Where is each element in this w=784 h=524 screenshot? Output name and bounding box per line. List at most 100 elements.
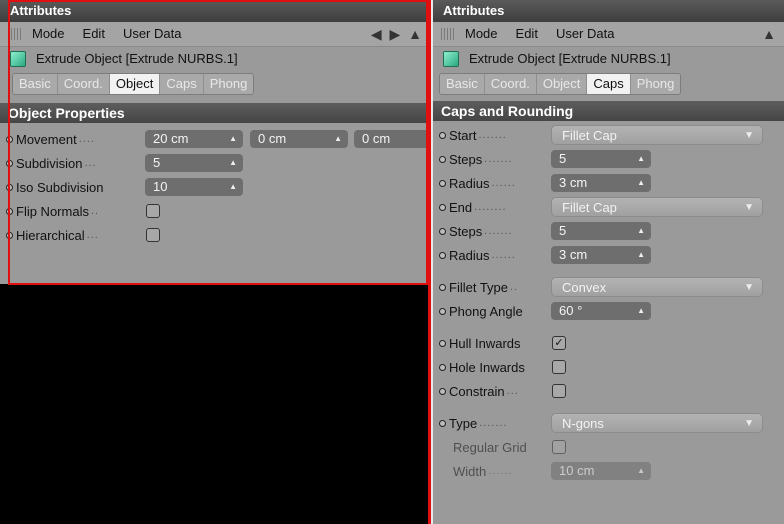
width-label: Width bbox=[453, 463, 487, 479]
tab-caps[interactable]: Caps bbox=[587, 74, 631, 94]
menu-mode[interactable]: Mode bbox=[465, 22, 498, 46]
animate-bullet-icon[interactable] bbox=[439, 307, 446, 315]
grip-icon[interactable] bbox=[441, 28, 455, 40]
stepper-icon[interactable]: ▲ bbox=[637, 174, 645, 192]
animate-bullet-icon[interactable] bbox=[6, 207, 13, 215]
type-dropdown[interactable]: N-gons ▼ bbox=[551, 413, 763, 433]
stepper-icon[interactable]: ▲ bbox=[229, 178, 237, 196]
menu-mode[interactable]: Mode bbox=[32, 22, 65, 46]
stepper-icon[interactable]: ▲ bbox=[637, 302, 645, 320]
constrain-label: Constrain bbox=[449, 383, 505, 399]
hole-inwards-row: Hole Inwards bbox=[433, 355, 784, 379]
animate-bullet-icon[interactable] bbox=[439, 131, 446, 139]
tab-coord[interactable]: Coord. bbox=[484, 74, 537, 94]
stepper-icon[interactable]: ▲ bbox=[334, 130, 342, 148]
subdivision-field[interactable]: 5 ▲ bbox=[145, 154, 243, 172]
steps-row: Steps....... 5 ▲ bbox=[433, 219, 784, 243]
iso-subdivision-row: Iso Subdivision 10 ▲ bbox=[0, 175, 430, 199]
radius-row: Radius...... 3 cm ▲ bbox=[433, 171, 784, 195]
animate-bullet-icon[interactable] bbox=[439, 363, 446, 371]
grip-icon[interactable] bbox=[8, 28, 22, 40]
animate-bullet-icon[interactable] bbox=[439, 203, 446, 211]
tab-caps[interactable]: Caps bbox=[160, 74, 204, 94]
stepper-icon[interactable]: ▲ bbox=[229, 130, 237, 148]
regular-grid-row: Regular Grid bbox=[433, 435, 784, 459]
flip-normals-checkbox[interactable] bbox=[146, 204, 160, 218]
tab-object[interactable]: Object bbox=[536, 74, 588, 94]
menu-user-data[interactable]: User Data bbox=[123, 22, 182, 46]
animate-bullet-icon[interactable] bbox=[439, 251, 446, 259]
object-header: Extrude Object [Extrude NURBS.1] bbox=[433, 47, 784, 71]
animate-bullet-icon[interactable] bbox=[439, 155, 446, 163]
chevron-down-icon: ▼ bbox=[744, 418, 754, 429]
iso-subdivision-field[interactable]: 10 ▲ bbox=[145, 178, 243, 196]
steps-field[interactable]: 5 ▲ bbox=[551, 150, 651, 168]
start-dropdown[interactable]: Fillet Cap ▼ bbox=[551, 125, 763, 145]
menu-edit[interactable]: Edit bbox=[516, 22, 538, 46]
tab-basic[interactable]: Basic bbox=[13, 74, 58, 94]
start-label: Start bbox=[449, 127, 477, 143]
panel-title: Attributes bbox=[433, 0, 784, 22]
movement-z-field[interactable]: 0 cm bbox=[354, 130, 430, 148]
end-value: Fillet Cap bbox=[562, 200, 617, 215]
steps-row: Steps....... 5 ▲ bbox=[433, 147, 784, 171]
stepper-icon[interactable]: ▲ bbox=[637, 222, 645, 240]
animate-bullet-icon[interactable] bbox=[6, 183, 13, 191]
animate-bullet-icon[interactable] bbox=[439, 419, 446, 427]
stepper-icon[interactable]: ▲ bbox=[637, 246, 645, 264]
radius-field[interactable]: 3 cm ▲ bbox=[551, 174, 651, 192]
tab-phong[interactable]: Phong bbox=[203, 74, 254, 94]
hull-inwards-label: Hull Inwards bbox=[449, 335, 521, 351]
tab-object[interactable]: Object bbox=[109, 74, 161, 94]
section-title: Object Properties bbox=[0, 103, 430, 123]
end-row: End........ Fillet Cap ▼ bbox=[433, 195, 784, 219]
animate-bullet-icon[interactable] bbox=[439, 339, 446, 347]
nav-arrows-icon[interactable]: ◀ ▶ ▲ bbox=[371, 22, 424, 46]
attributes-panel-right: Attributes Mode Edit User Data ▲ Extrude… bbox=[433, 0, 784, 524]
radius-row: Radius...... 3 cm ▲ bbox=[433, 243, 784, 267]
iso-subdivision-label: Iso Subdivision bbox=[16, 179, 104, 195]
menu-edit[interactable]: Edit bbox=[83, 22, 105, 46]
radius-field[interactable]: 3 cm ▲ bbox=[551, 246, 651, 264]
stepper-icon[interactable]: ▲ bbox=[637, 150, 645, 168]
steps-field[interactable]: 5 ▲ bbox=[551, 222, 651, 240]
start-row: Start....... Fillet Cap ▼ bbox=[433, 123, 784, 147]
hull-inwards-checkbox[interactable]: ✓ bbox=[552, 336, 566, 350]
animate-bullet-icon[interactable] bbox=[6, 159, 13, 167]
steps-value: 5 bbox=[559, 223, 567, 238]
phong-angle-label: Phong Angle bbox=[449, 303, 523, 319]
type-label: Type bbox=[449, 415, 478, 431]
tab-coord[interactable]: Coord. bbox=[57, 74, 110, 94]
movement-z-value: 0 cm bbox=[362, 131, 391, 146]
animate-bullet-icon[interactable] bbox=[439, 387, 446, 395]
hierarchical-checkbox[interactable] bbox=[146, 228, 160, 242]
fillet-type-dropdown[interactable]: Convex ▼ bbox=[551, 277, 763, 297]
animate-bullet-icon[interactable] bbox=[439, 283, 446, 291]
end-dropdown[interactable]: Fillet Cap ▼ bbox=[551, 197, 763, 217]
stepper-icon[interactable]: ▲ bbox=[229, 154, 237, 172]
menu-bar: Mode Edit User Data ▲ bbox=[433, 22, 784, 47]
animate-bullet-icon[interactable] bbox=[439, 179, 446, 187]
nav-up-icon[interactable]: ▲ bbox=[762, 22, 778, 46]
regular-grid-checkbox[interactable] bbox=[552, 440, 566, 454]
extrude-object-icon bbox=[10, 51, 26, 67]
start-value: Fillet Cap bbox=[562, 128, 617, 143]
chevron-down-icon: ▼ bbox=[744, 202, 754, 213]
menu-user-data[interactable]: User Data bbox=[556, 22, 615, 46]
hole-inwards-checkbox[interactable] bbox=[552, 360, 566, 374]
width-value: 10 cm bbox=[559, 463, 595, 478]
regular-grid-label: Regular Grid bbox=[453, 439, 527, 455]
stepper-icon[interactable]: ▲ bbox=[637, 462, 645, 480]
movement-y-field[interactable]: 0 cm ▲ bbox=[250, 130, 348, 148]
animate-bullet-icon[interactable] bbox=[439, 227, 446, 235]
constrain-checkbox[interactable] bbox=[552, 384, 566, 398]
phong-angle-field[interactable]: 60 ° ▲ bbox=[551, 302, 651, 320]
movement-x-value: 20 cm bbox=[153, 131, 189, 146]
width-field[interactable]: 10 cm ▲ bbox=[551, 462, 651, 480]
animate-bullet-icon[interactable] bbox=[6, 135, 13, 143]
tab-basic[interactable]: Basic bbox=[440, 74, 485, 94]
movement-x-field[interactable]: 20 cm ▲ bbox=[145, 130, 243, 148]
movement-row: Movement.... 20 cm ▲ 0 cm ▲ 0 cm bbox=[0, 127, 430, 151]
tab-phong[interactable]: Phong bbox=[630, 74, 681, 94]
animate-bullet-icon[interactable] bbox=[6, 231, 13, 239]
